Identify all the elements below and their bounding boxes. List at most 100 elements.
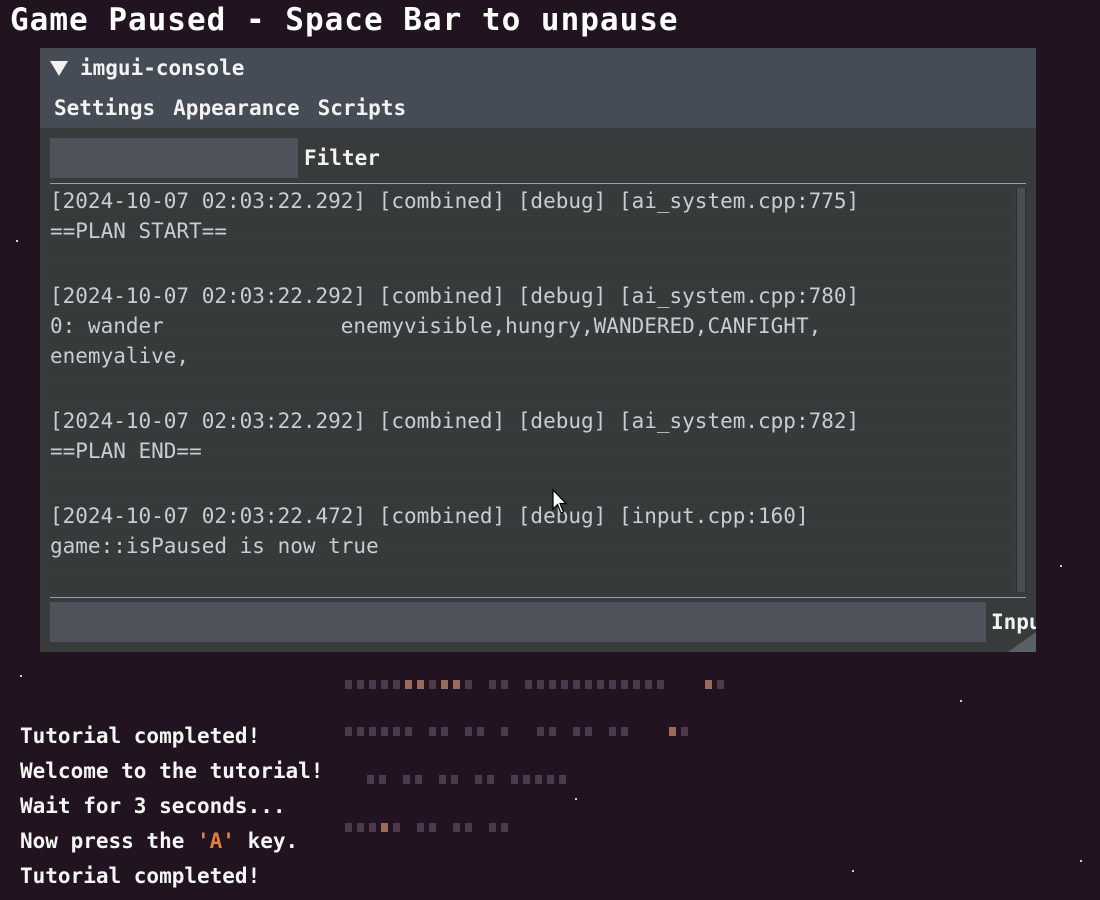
map-tile: [393, 727, 400, 736]
log-line: [2024-10-07 02:03:22.472] [combined] [de…: [50, 504, 809, 528]
log-line: game::isPaused is now true: [50, 534, 379, 558]
map-tile: [357, 727, 364, 736]
map-tile: [561, 680, 568, 689]
tutorial-log: Tutorial completed! Welcome to the tutor…: [20, 719, 323, 894]
log-line: [2024-10-07 02:03:22.292] [combined] [de…: [50, 409, 860, 433]
log-line: ==PLAN END==: [50, 439, 202, 463]
map-tile: [669, 727, 676, 736]
menu-scripts[interactable]: Scripts: [318, 96, 407, 120]
log-output[interactable]: [2024-10-07 02:03:22.292] [combined] [de…: [50, 186, 1012, 592]
map-tile: [573, 727, 580, 736]
map-tile: [381, 680, 388, 689]
star-dot: [852, 870, 854, 872]
map-tile: [537, 680, 544, 689]
map-tile: [415, 775, 422, 784]
map-tile: [501, 680, 508, 689]
map-tile: [393, 823, 400, 832]
map-tile: [487, 775, 494, 784]
log-entry: [2024-10-07 02:03:22.292] [combined] [de…: [50, 186, 1012, 246]
map-tile: [379, 775, 386, 784]
map-tile: [439, 775, 446, 784]
tutorial-text: key.: [234, 829, 299, 853]
command-input-row: Input: [50, 602, 1036, 642]
filter-row: Filter: [50, 138, 1026, 178]
map-tile: [585, 727, 592, 736]
map-tile: [489, 823, 496, 832]
log-line: [2024-10-07 02:03:22.292] [combined] [de…: [50, 189, 860, 213]
log-line: 0: wander enemyvisible,hungry,WANDERED,C…: [50, 314, 822, 338]
map-tile: [357, 680, 364, 689]
tutorial-line: Wait for 3 seconds...: [20, 794, 286, 818]
map-tile: [609, 727, 616, 736]
filter-input[interactable]: [50, 138, 298, 178]
menu-settings[interactable]: Settings: [54, 96, 155, 120]
resize-grip-icon[interactable]: [1008, 632, 1036, 652]
collapse-triangle-icon[interactable]: [50, 60, 68, 76]
map-tile: [453, 823, 460, 832]
map-tile: [393, 680, 400, 689]
filter-separator: [50, 183, 1026, 184]
map-tile: [465, 727, 472, 736]
map-tile: [429, 823, 436, 832]
map-tile: [573, 680, 580, 689]
star-dot: [16, 240, 18, 242]
map-tile: [369, 680, 376, 689]
map-tile: [405, 680, 412, 689]
map-tile: [381, 727, 388, 736]
map-tile: [465, 680, 472, 689]
map-tile: [645, 680, 652, 689]
map-tile: [489, 680, 496, 689]
map-tile: [345, 680, 352, 689]
map-tile: [405, 727, 412, 736]
pause-banner: Game Paused - Space Bar to unpause: [10, 2, 679, 38]
log-line: [2024-10-07 02:03:22.292] [combined] [de…: [50, 284, 860, 308]
map-tile: [559, 775, 566, 784]
map-tile: [585, 680, 592, 689]
star-dot: [575, 798, 577, 800]
map-tile: [657, 680, 664, 689]
map-tile: [453, 680, 460, 689]
map-tile: [597, 680, 604, 689]
console-titlebar[interactable]: imgui-console: [40, 48, 1036, 88]
log-entry: [2024-10-07 02:03:22.292] [combined] [de…: [50, 281, 1012, 371]
input-label: Input: [991, 610, 1036, 634]
mouse-pointer-icon: [552, 489, 568, 514]
log-entry: [2024-10-07 02:03:22.292] [combined] [de…: [50, 406, 1012, 466]
tutorial-line: Now press the 'A' key.: [20, 824, 323, 859]
imgui-console-window[interactable]: imgui-console Settings Appearance Script…: [40, 48, 1036, 652]
map-tile: [345, 823, 352, 832]
command-input[interactable]: [50, 602, 986, 642]
map-tile: [621, 680, 628, 689]
tutorial-text: Now press the: [20, 829, 198, 853]
filter-label: Filter: [304, 146, 380, 170]
map-tile: [633, 680, 640, 689]
map-tile: [621, 727, 628, 736]
map-tile: [367, 775, 374, 784]
log-scrollbar[interactable]: [1016, 188, 1026, 592]
star-dot: [1080, 860, 1082, 862]
star-dot: [960, 700, 962, 702]
tutorial-line: Welcome to the tutorial!: [20, 759, 324, 783]
key-hint: 'A': [197, 829, 235, 853]
map-tile: [369, 823, 376, 832]
map-tile: [403, 775, 410, 784]
console-title: imgui-console: [80, 56, 245, 80]
map-tile: [441, 680, 448, 689]
map-tile: [429, 727, 436, 736]
log-line: enemyalive,: [50, 344, 190, 368]
map-tile: [369, 727, 376, 736]
console-menubar: Settings Appearance Scripts: [40, 88, 1036, 128]
log-entry: [2024-10-07 02:03:22.472] [combined] [de…: [50, 501, 1012, 561]
tutorial-line: Tutorial completed!: [20, 864, 261, 888]
tutorial-line: Tutorial completed!: [20, 724, 261, 748]
map-tile: [475, 775, 482, 784]
log-line: ==PLAN START==: [50, 219, 228, 243]
map-tile: [549, 727, 556, 736]
scrollbar-thumb[interactable]: [1017, 188, 1025, 592]
map-tile: [429, 680, 436, 689]
star-dot: [20, 675, 22, 677]
map-tile: [417, 680, 424, 689]
map-tile: [451, 775, 458, 784]
star-dot: [1060, 565, 1062, 567]
menu-appearance[interactable]: Appearance: [173, 96, 299, 120]
